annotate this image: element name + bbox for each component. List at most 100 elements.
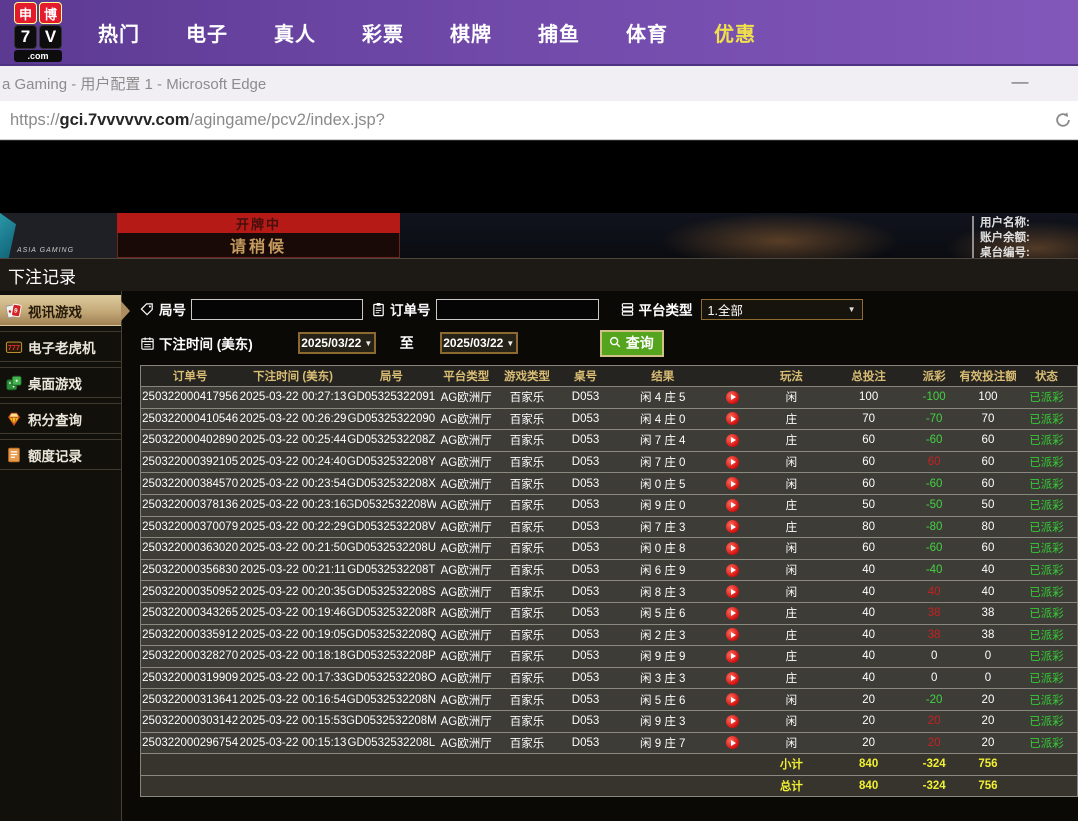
sidebar-item-4[interactable]: 积分查询: [0, 403, 121, 434]
cell-bet: 40: [829, 668, 909, 689]
cell-time: 2025-03-22 00:19:05: [239, 625, 347, 646]
cell-platform: AG欧洲厅: [436, 668, 497, 689]
result-play-button[interactable]: [726, 672, 739, 685]
result-play-button[interactable]: [726, 412, 739, 425]
nav-item-7[interactable]: 体育: [626, 18, 668, 47]
cell-side: 闲: [754, 711, 829, 732]
cell-valid: 40: [960, 560, 1016, 581]
cell-platform: AG欧洲厅: [436, 538, 497, 559]
cards-icon: ♦9: [5, 302, 23, 320]
cell-table: D053: [557, 387, 613, 408]
result-play-button[interactable]: [726, 628, 739, 641]
nav-item-1[interactable]: 热门: [98, 18, 140, 47]
logo-char-v: V: [39, 25, 62, 49]
result-play-button[interactable]: [726, 477, 739, 490]
result-play-button[interactable]: [726, 499, 739, 512]
sidebar-item-label: 桌面游戏: [28, 373, 82, 393]
result-play-button[interactable]: [726, 736, 739, 749]
result-play-button[interactable]: [726, 585, 739, 598]
cell-table: D053: [557, 495, 613, 516]
main-panel: 局号 订单号 平台类型 1.全部: [122, 291, 1078, 821]
result-play-button[interactable]: [726, 715, 739, 728]
dealing-status-label: 开牌中: [117, 213, 400, 233]
platform-selected-value: 1.全部: [708, 300, 743, 319]
sidebar-item-label: 视讯游戏: [28, 301, 82, 321]
cell-play: [712, 689, 754, 710]
cell-bet: 40: [829, 646, 909, 667]
result-play-button[interactable]: [726, 607, 739, 620]
cell-round: GD0532532208M: [347, 711, 436, 732]
site-logo[interactable]: 申 博 7 V .com: [8, 2, 68, 62]
platform-select[interactable]: 1.全部: [701, 299, 863, 320]
col-header-game: 游戏类型: [497, 366, 558, 386]
sidebar-item-5[interactable]: 额度记录: [0, 439, 121, 470]
cell-valid: 60: [960, 473, 1016, 494]
cell-table: D053: [557, 646, 613, 667]
minimize-button[interactable]: —: [1008, 72, 1032, 92]
col-header-side: 玩法: [754, 366, 829, 386]
cell-order: 250322000384570: [141, 473, 239, 494]
date-to-picker[interactable]: 2025/03/22: [440, 332, 518, 354]
cell-payout: 60: [908, 452, 959, 473]
total-cell-order: [141, 776, 239, 797]
reload-icon[interactable]: [1053, 110, 1073, 135]
nav-item-8[interactable]: 优惠: [714, 18, 756, 47]
dealing-status-panel: 开牌中 请稍候: [117, 213, 400, 258]
address-bar[interactable]: https://gci.7vvvvvv.com/agingame/pcv2/in…: [0, 101, 1078, 140]
result-play-button[interactable]: [726, 391, 739, 404]
clipboard-icon: [371, 302, 386, 317]
cell-order: 250322000313641: [141, 689, 239, 710]
cell-bet: 50: [829, 495, 909, 516]
order-input[interactable]: [436, 299, 599, 320]
sidebar-item-2[interactable]: 777电子老虎机: [0, 331, 121, 362]
window-title: a Gaming - 用户配置 1 - Microsoft Edge: [2, 73, 266, 94]
date-from-picker[interactable]: 2025/03/22: [298, 332, 376, 354]
subtotal-cell-order: [141, 754, 239, 775]
layers-icon: [620, 302, 635, 317]
result-play-button[interactable]: [726, 693, 739, 706]
cell-time: 2025-03-22 00:21:11: [239, 560, 347, 581]
result-play-button[interactable]: [726, 542, 739, 555]
sidebar-item-1[interactable]: ♦9 视讯游戏: [0, 295, 121, 326]
date-to-value: 2025/03/22: [443, 336, 503, 350]
nav-item-5[interactable]: 棋牌: [450, 18, 492, 47]
round-input[interactable]: [191, 299, 363, 320]
col-header-platform: 平台类型: [436, 366, 497, 386]
cell-bet: 60: [829, 538, 909, 559]
total-row: 总计840-324756: [141, 776, 1077, 798]
col-header-valid: 有效投注额: [960, 366, 1016, 386]
nav-item-6[interactable]: 捕鱼: [538, 18, 580, 47]
cell-payout: -60: [908, 538, 959, 559]
table-row: 2503220003199092025-03-22 00:17:33GD0532…: [141, 668, 1077, 690]
cell-round: GD0532532208Q: [347, 625, 436, 646]
table-row: 2503220003921052025-03-22 00:24:40GD0532…: [141, 452, 1077, 474]
result-play-button[interactable]: [726, 456, 739, 469]
nav-item-2[interactable]: 电子: [186, 18, 228, 47]
cell-play: [712, 517, 754, 538]
cell-play: [712, 538, 754, 559]
table-row: 2503220003781362025-03-22 00:23:16GD0532…: [141, 495, 1077, 517]
bet-time-label: 下注时间 (美东): [159, 333, 253, 353]
result-play-button[interactable]: [726, 564, 739, 577]
cell-play: [712, 387, 754, 408]
quota-icon: [5, 446, 23, 464]
sidebar-item-3[interactable]: 桌面游戏: [0, 367, 121, 398]
cell-platform: AG欧洲厅: [436, 409, 497, 430]
cell-result: 闲 9 庄 9: [614, 646, 712, 667]
total-cell-time: [239, 776, 347, 797]
cell-order: 250322000343265: [141, 603, 239, 624]
result-play-button[interactable]: [726, 520, 739, 533]
result-play-button[interactable]: [726, 434, 739, 447]
nav-item-4[interactable]: 彩票: [362, 18, 404, 47]
cell-result: 闲 9 庄 3: [614, 711, 712, 732]
user-info-line-2: 账户余额:: [980, 231, 1078, 246]
search-button[interactable]: 查询: [600, 330, 664, 357]
cell-round: GD0532532208X: [347, 473, 436, 494]
cell-order: 250322000319909: [141, 668, 239, 689]
cell-payout: -60: [908, 473, 959, 494]
result-play-button[interactable]: [726, 650, 739, 663]
col-header-time: 下注时间 (美东): [239, 366, 347, 386]
cell-table: D053: [557, 689, 613, 710]
nav-item-3[interactable]: 真人: [274, 18, 316, 47]
cell-round: GD0532532208W: [347, 495, 436, 516]
